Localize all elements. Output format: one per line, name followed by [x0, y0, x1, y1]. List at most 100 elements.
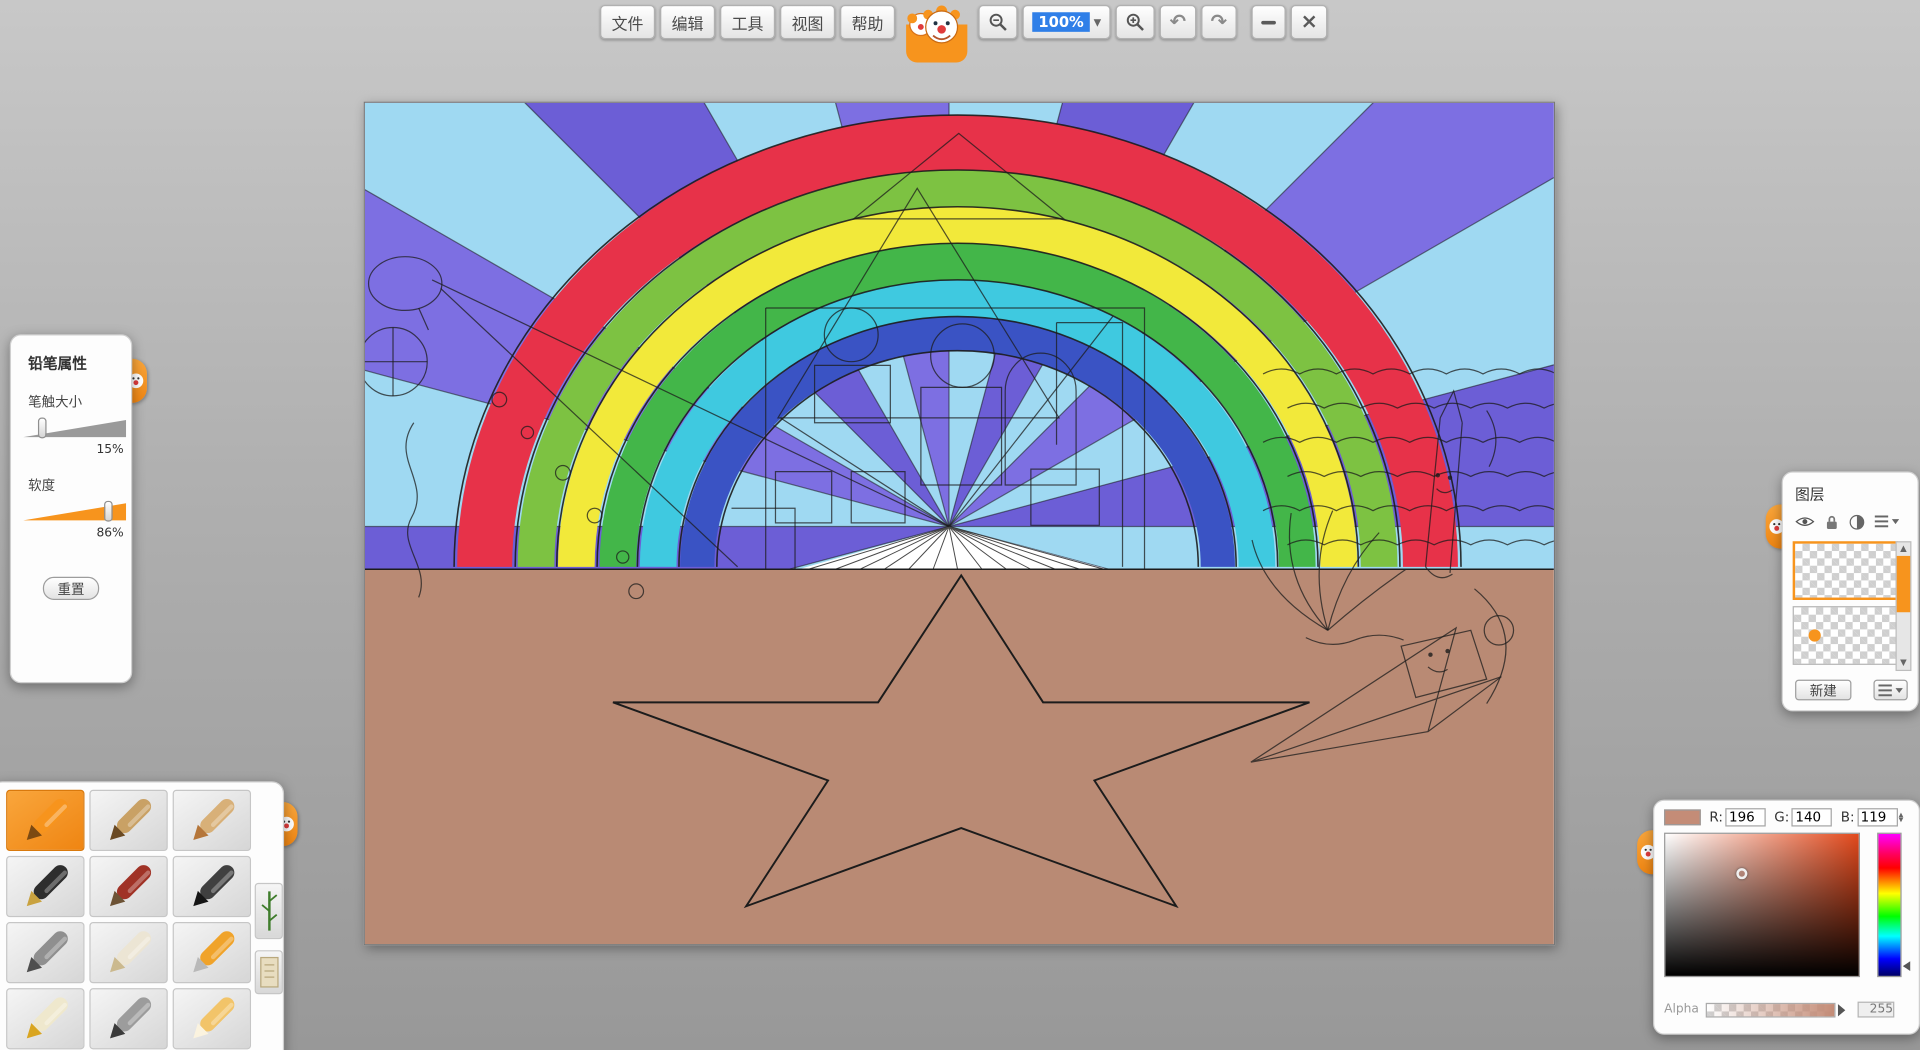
layers-scrollbar[interactable]: ▲ ▼ — [1896, 541, 1912, 671]
alpha-gradient — [1707, 1003, 1834, 1015]
lock-icon[interactable] — [1824, 514, 1839, 530]
tool-grid — [6, 790, 251, 1050]
softness-handle[interactable] — [104, 501, 113, 522]
alpha-marker[interactable] — [1838, 1003, 1845, 1015]
g-input[interactable] — [1792, 808, 1832, 826]
eraser-icon — [176, 992, 247, 1046]
crayon-icon — [176, 793, 247, 847]
layers-options-button[interactable] — [1873, 680, 1907, 701]
softness-slider[interactable] — [23, 501, 126, 523]
pencil-panel-title: 铅笔属性 — [28, 353, 131, 374]
layer-content-dot — [1809, 629, 1821, 641]
red-paintbrush-icon — [93, 860, 164, 914]
alpha-input[interactable] — [1858, 1002, 1895, 1018]
saturation-value-square[interactable] — [1664, 833, 1860, 977]
toolbar: 文件 编辑 工具 视图 帮助 — [600, 5, 1328, 61]
layer-menu-icon[interactable] — [1875, 514, 1899, 529]
clown-logo-icon[interactable] — [904, 5, 970, 64]
blend-contrast-icon[interactable] — [1849, 514, 1865, 530]
close-button[interactable]: × — [1291, 5, 1328, 39]
list-menu-icon — [1878, 683, 1902, 698]
orange-pencil-tool[interactable] — [6, 790, 84, 851]
application-window: 文件 编辑 工具 视图 帮助 — [0, 0, 1920, 1050]
tool-palette-panel — [0, 781, 284, 1050]
ink-brush-tool[interactable] — [173, 856, 251, 917]
paper-stump-tool[interactable] — [89, 922, 167, 983]
redo-icon: ↷ — [1211, 12, 1227, 32]
bamboo-pen-tool[interactable] — [255, 883, 283, 939]
color-picker-panel: R: G: B: ▲▼ Alpha — [1653, 800, 1920, 1035]
fountain-pen-tool[interactable] — [6, 856, 84, 917]
softness-value: 86% — [11, 527, 124, 540]
layer-thumbnail-1[interactable] — [1793, 541, 1898, 600]
minimize-icon — [1261, 20, 1276, 24]
minimize-button[interactable] — [1251, 5, 1285, 39]
scroll-up-icon[interactable]: ▲ — [1897, 542, 1910, 555]
b-label: B: — [1841, 809, 1855, 825]
paint-roller-icon — [176, 926, 247, 980]
hue-marker[interactable] — [1903, 961, 1910, 971]
menu-view[interactable]: 视图 — [780, 5, 835, 39]
menu-tools[interactable]: 工具 — [720, 5, 775, 39]
wood-pencil-icon — [93, 793, 164, 847]
undo-button[interactable]: ↶ — [1160, 5, 1196, 39]
softness-label: 软度 — [28, 475, 131, 495]
fountain-pen-icon — [10, 860, 81, 914]
drawing-canvas[interactable] — [364, 102, 1555, 946]
menu-file-label: 文件 — [612, 10, 644, 33]
menu-view-label: 视图 — [792, 10, 824, 33]
alpha-label: Alpha — [1664, 1003, 1706, 1016]
redo-button[interactable]: ↷ — [1201, 5, 1237, 39]
red-paintbrush-tool[interactable] — [89, 856, 167, 917]
menu-help[interactable]: 帮助 — [840, 5, 895, 39]
undo-icon: ↶ — [1170, 12, 1186, 32]
airbrush-tool[interactable] — [6, 922, 84, 983]
visibility-icon[interactable] — [1795, 514, 1815, 529]
paper-scroll-tool[interactable] — [255, 950, 283, 994]
alpha-row: Alpha — [1664, 1002, 1911, 1018]
r-input[interactable] — [1725, 808, 1765, 826]
value-stepper[interactable]: ▲▼ — [1899, 812, 1904, 822]
brush-size-value: 15% — [11, 443, 124, 456]
b-input[interactable] — [1857, 808, 1897, 826]
menu-edit-label: 编辑 — [672, 10, 704, 33]
layer-controls — [1795, 513, 1917, 530]
paper-stump-icon — [93, 926, 164, 980]
dip-pen-tool[interactable] — [89, 988, 167, 1049]
bamboo-pen-icon — [257, 887, 281, 936]
brush-size-slider[interactable] — [23, 418, 126, 440]
new-layer-button[interactable]: 新建 — [1795, 680, 1851, 701]
zoom-level-select[interactable]: 100% ▼ — [1022, 5, 1110, 39]
alpha-slider[interactable] — [1706, 1002, 1836, 1017]
orange-pencil-icon — [10, 793, 81, 847]
paint-tube-tool[interactable] — [6, 988, 84, 1049]
current-color-swatch — [1664, 809, 1701, 825]
brush-size-label: 笔触大小 — [28, 392, 131, 412]
layer-thumbnail-2[interactable] — [1793, 606, 1898, 665]
hue-slider[interactable] — [1877, 833, 1901, 977]
zoom-out-button[interactable] — [978, 5, 1017, 39]
rgb-row: R: G: B: ▲▼ — [1664, 808, 1903, 826]
crayon-tool[interactable] — [173, 790, 251, 851]
reset-button[interactable]: 重置 — [43, 577, 99, 600]
eraser-tool[interactable] — [173, 988, 251, 1049]
scrollbar-thumb[interactable] — [1897, 556, 1910, 612]
menu-file[interactable]: 文件 — [600, 5, 655, 39]
airbrush-icon — [10, 926, 81, 980]
paint-tube-icon — [10, 992, 81, 1046]
menu-edit[interactable]: 编辑 — [660, 5, 715, 39]
zoom-in-button[interactable] — [1116, 5, 1155, 39]
brush-size-handle[interactable] — [38, 418, 47, 439]
paper-scroll-icon — [257, 953, 281, 992]
paint-roller-tool[interactable] — [173, 922, 251, 983]
menu-help-label: 帮助 — [852, 10, 884, 33]
color-selection-cursor[interactable] — [1736, 868, 1747, 879]
zoom-level-value: 100% — [1032, 12, 1090, 32]
wood-pencil-tool[interactable] — [89, 790, 167, 851]
ink-brush-icon — [176, 860, 247, 914]
pencil-properties-panel: 铅笔属性 笔触大小 15% 软度 86% 重置 — [10, 334, 132, 683]
zoom-in-icon — [1126, 12, 1146, 32]
r-label: R: — [1709, 809, 1722, 825]
dip-pen-icon — [93, 992, 164, 1046]
scroll-down-icon[interactable]: ▼ — [1897, 656, 1910, 669]
